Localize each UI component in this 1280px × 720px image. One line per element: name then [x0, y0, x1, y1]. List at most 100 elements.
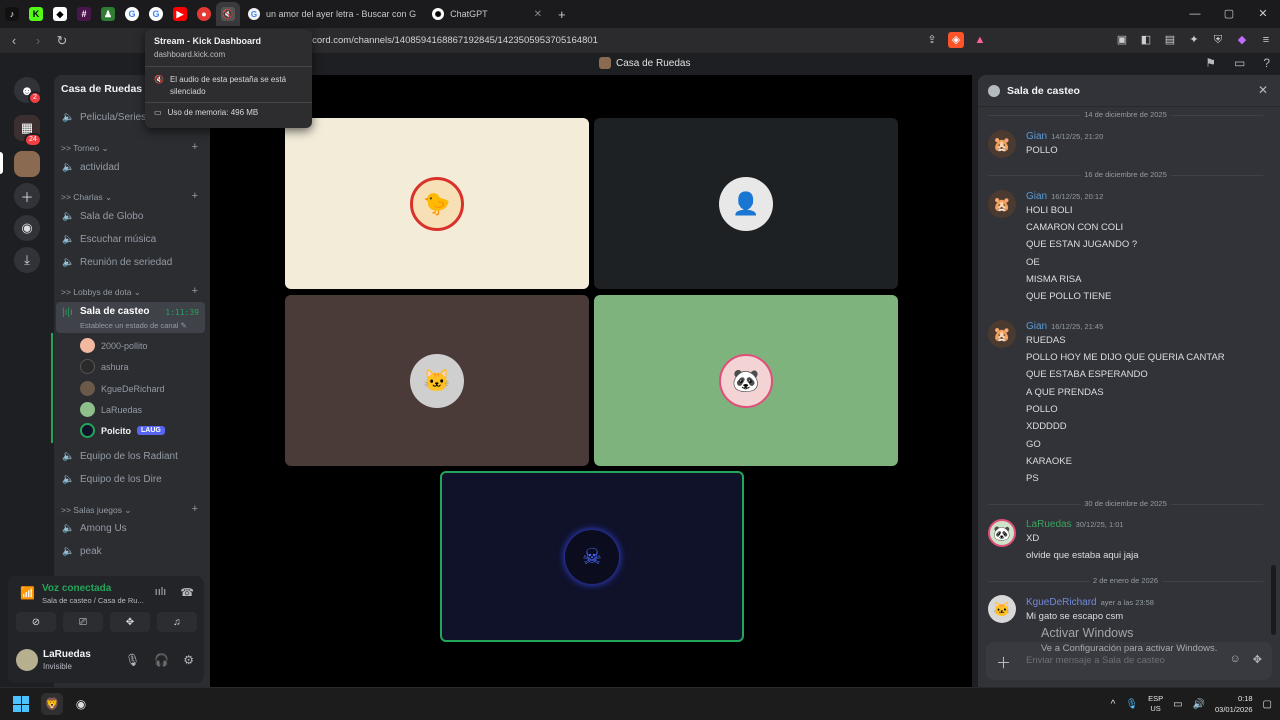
add-channel-icon[interactable]: +	[192, 141, 198, 153]
brave-shields-icon[interactable]: ◈	[948, 32, 964, 48]
voice-tile-2000-pollito[interactable]: 🐤	[285, 118, 589, 289]
message-author[interactable]: LaRuedas 30/12/25, 1:01	[1026, 519, 1124, 530]
message-author[interactable]: Gian 14/12/25, 21:20	[1026, 131, 1103, 142]
add-channel-icon[interactable]: +	[192, 285, 198, 297]
forward-icon[interactable]: ›	[28, 33, 48, 48]
voice-tile-laruedas[interactable]: 🐼	[594, 295, 898, 466]
channel-escuchar-musica[interactable]: 🔈 Escuchar música	[62, 234, 156, 245]
category-lobbys-de-dota[interactable]: >> Lobbys de dota ⌄	[61, 287, 141, 298]
camera-off-icon[interactable]: ⊘	[16, 612, 56, 632]
avatar[interactable]: 🐹	[988, 320, 1016, 348]
voice-tile-ashura[interactable]: 👤	[594, 118, 898, 289]
add-channel-icon[interactable]: +	[192, 503, 198, 515]
channel-equipo-dire[interactable]: 🔈 Equipo de los Dire	[62, 474, 162, 485]
apps-icon[interactable]: ✥	[1253, 653, 1262, 666]
windows-start-icon[interactable]	[13, 696, 29, 712]
attach-plus-icon[interactable]: ＋	[996, 652, 1011, 673]
inbox-icon[interactable]: ▭	[1234, 56, 1245, 70]
pinned-tab-google-2[interactable]: G	[144, 2, 168, 26]
voice-user[interactable]: Polcito LAUG	[80, 423, 165, 438]
clock[interactable]: 0:18 03/01/2026	[1215, 693, 1253, 715]
channel-pelicula-series[interactable]: 🔈 Pelicula/Series	[62, 112, 146, 123]
voice-connected-subtitle[interactable]: Sala de casteo / Casa de Ru...	[42, 596, 144, 605]
channel-actividad[interactable]: 🔈 actividad	[62, 162, 119, 173]
server-name-header[interactable]: Casa de Ruedas ⌄	[61, 83, 154, 95]
reload-icon[interactable]: ↻	[52, 33, 72, 49]
channel-peak[interactable]: 🔈 peak	[62, 546, 102, 557]
pinned-tab-green[interactable]: ♟	[96, 2, 120, 26]
avatar[interactable]: 🐼	[988, 519, 1016, 547]
pinned-tab-kick-dashboard[interactable]: 🔇	[216, 2, 240, 26]
pinned-tab-kick[interactable]: K	[24, 2, 48, 26]
share-icon[interactable]: ⇪	[924, 32, 940, 48]
activities-icon[interactable]: ✥	[110, 612, 150, 632]
category-charlas[interactable]: >> Charlas ⌄	[61, 192, 112, 203]
emoji-icon[interactable]: ☺	[1230, 653, 1241, 666]
add-server-icon[interactable]: ＋	[14, 183, 40, 209]
set-channel-status[interactable]: Establece un estado de canal ✎	[80, 321, 187, 330]
voice-tile-kguederichard[interactable]: 🐱	[285, 295, 589, 466]
avatar[interactable]	[16, 649, 38, 671]
mic-tray-icon[interactable]: 🎙	[1125, 699, 1138, 710]
message-author[interactable]: KgueDeRichard ayer a las 23:58	[1026, 597, 1154, 608]
soundboard-icon[interactable]: ♫	[157, 612, 197, 632]
noise-suppression-icon[interactable]: ıılı	[155, 586, 167, 599]
url-field[interactable]: discord.com/channels/1408594168867192845…	[300, 28, 598, 53]
channel-sala-de-casteo[interactable]: |ı|ı Sala de casteo 1:11:39 Establece un…	[56, 302, 205, 333]
chevron-up-icon[interactable]: ^	[1111, 699, 1116, 710]
reader-icon[interactable]: ▣	[1114, 32, 1130, 48]
screen-share-icon[interactable]: ⎚	[63, 612, 103, 632]
pinned-tab-tiktok[interactable]: ♪	[0, 2, 24, 26]
sidebar-icon[interactable]: ◧	[1138, 32, 1154, 48]
network-icon[interactable]: ▭	[1173, 699, 1182, 710]
back-icon[interactable]: ‹	[4, 33, 24, 48]
volume-icon[interactable]: 🔊	[1193, 699, 1205, 710]
close-window-button[interactable]: ✕	[1246, 0, 1280, 28]
wallet-icon[interactable]: ▤	[1162, 32, 1178, 48]
voice-user[interactable]: KgueDeRichard	[80, 381, 165, 396]
tab-google-search[interactable]: G un amor del ayer letra - Buscar con G	[240, 0, 424, 28]
message-author[interactable]: Gian 16/12/25, 21:45	[1026, 321, 1103, 332]
discover-icon[interactable]: ◉	[14, 215, 40, 241]
avatar[interactable]: 🐹	[988, 190, 1016, 218]
language-indicator[interactable]: ESP US	[1148, 694, 1163, 714]
voice-tile-polcito[interactable]: ☠	[440, 471, 744, 642]
signal-icon[interactable]: 📶	[20, 586, 35, 600]
pinned-tab-youtube[interactable]: ▶	[168, 2, 192, 26]
obs-taskbar-icon[interactable]: ◉	[70, 693, 92, 715]
pinned-tab-app[interactable]: ◆	[48, 2, 72, 26]
add-channel-icon[interactable]: +	[192, 190, 198, 202]
channel-reunion-de-seriedad[interactable]: 🔈 Reunión de seriedad	[62, 257, 172, 268]
pinned-tab-record[interactable]: ●	[192, 2, 216, 26]
message-author[interactable]: Gian 16/12/25, 20:12	[1026, 191, 1103, 202]
server-casa-de-ruedas[interactable]	[14, 151, 40, 177]
tab-chatgpt[interactable]: ✺ ChatGPT ✕	[424, 0, 550, 28]
voice-user[interactable]: 2000-pollito	[80, 338, 148, 353]
flag-icon[interactable]: ⚑	[1205, 56, 1216, 70]
channel-among-us[interactable]: 🔈 Among Us	[62, 523, 127, 534]
settings-gear-icon[interactable]: ⚙	[183, 653, 194, 667]
microphone-icon[interactable]: 🎙	[125, 653, 140, 667]
message-input[interactable]: Enviar mensaje a Sala de casteo	[1026, 655, 1165, 666]
menu-icon[interactable]: ≡	[1258, 32, 1274, 48]
category-torneo[interactable]: >> Torneo ⌄	[61, 143, 109, 154]
category-salas-juegos[interactable]: >> Salas juegos ⌄	[61, 505, 131, 516]
disconnect-icon[interactable]: ☎	[180, 586, 194, 599]
avatar[interactable]: 🐱	[988, 595, 1016, 623]
leo-icon[interactable]: ◆	[1234, 32, 1250, 48]
voice-user[interactable]: ashura	[80, 359, 129, 374]
voice-user[interactable]: LaRuedas	[80, 402, 142, 417]
pinned-tab-slack[interactable]: #	[72, 2, 96, 26]
notifications-icon[interactable]: ▢	[1263, 699, 1272, 710]
help-icon[interactable]: ?	[1263, 56, 1270, 70]
pinned-tab-google-1[interactable]: G	[120, 2, 144, 26]
maximize-button[interactable]: ▢	[1212, 0, 1246, 28]
close-icon[interactable]: ✕	[1258, 83, 1268, 97]
minimize-button[interactable]: —	[1178, 0, 1212, 28]
brave-rewards-icon[interactable]: ▲	[972, 32, 988, 48]
chat-scrollbar[interactable]	[1271, 565, 1276, 635]
channel-sala-de-globo[interactable]: 🔈 Sala de Globo	[62, 211, 143, 222]
brave-taskbar-icon[interactable]: 🦁	[41, 693, 63, 715]
avatar[interactable]: 🐹	[988, 130, 1016, 158]
close-tab-icon[interactable]: ✕	[534, 9, 542, 20]
